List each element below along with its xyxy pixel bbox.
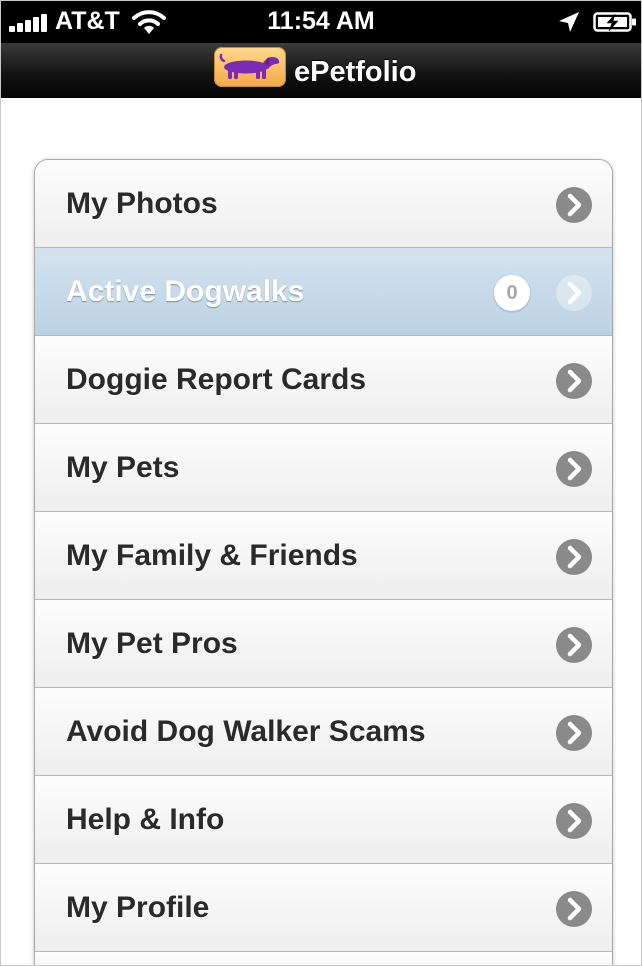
menu-item-doggie-report-cards[interactable]: Doggie Report Cards [35,336,612,424]
menu-item-label: Help & Info [66,803,225,836]
chevron-right-icon [556,891,592,927]
menu-item-active-dogwalks[interactable]: Active Dogwalks 0 [35,248,612,336]
menu-item-label: Doggie Report Cards [66,363,367,396]
location-arrow-icon [559,12,579,32]
menu-item-label: My Photos [66,187,218,220]
menu-item-my-pet-pros[interactable]: My Pet Pros [35,600,612,688]
chevron-right-icon [556,187,592,223]
menu-item-my-family-friends[interactable]: My Family & Friends [35,512,612,600]
chevron-right-icon [556,451,592,487]
menu-item-label: Active Dogwalks [66,275,305,308]
app-screen: AT&T 11:54 AM ePetfolio My Photos Active… [0,0,642,966]
chevron-right-icon [556,627,592,663]
menu-item-label: My Family & Friends [66,539,358,572]
app-title: ePetfolio [294,56,417,88]
chevron-right-icon [556,275,592,311]
dachshund-logo-icon [214,47,286,87]
menu-item-help-info[interactable]: Help & Info [35,776,612,864]
chevron-right-icon [556,803,592,839]
menu-item-next-partial[interactable] [35,952,612,965]
menu-item-label: Avoid Dog Walker Scams [66,715,426,748]
chevron-right-icon [556,539,592,575]
menu-item-my-profile[interactable]: My Profile [35,864,612,952]
menu-item-avoid-dog-walker-scams[interactable]: Avoid Dog Walker Scams [35,688,612,776]
menu-item-label: My Pets [66,451,180,484]
main-menu: My Photos Active Dogwalks 0 Doggie Repor… [34,159,613,965]
count-badge: 0 [494,275,530,311]
battery-charging-icon [593,12,636,32]
nav-bar: ePetfolio [1,43,641,98]
menu-item-my-pets[interactable]: My Pets [35,424,612,512]
menu-item-label: My Profile [66,891,210,924]
menu-item-my-photos[interactable]: My Photos [35,160,612,248]
status-bar: AT&T 11:54 AM [1,1,641,43]
menu-item-label: My Pet Pros [66,627,238,660]
chevron-right-icon [556,363,592,399]
chevron-right-icon [556,715,592,751]
status-time: 11:54 AM [267,7,375,35]
